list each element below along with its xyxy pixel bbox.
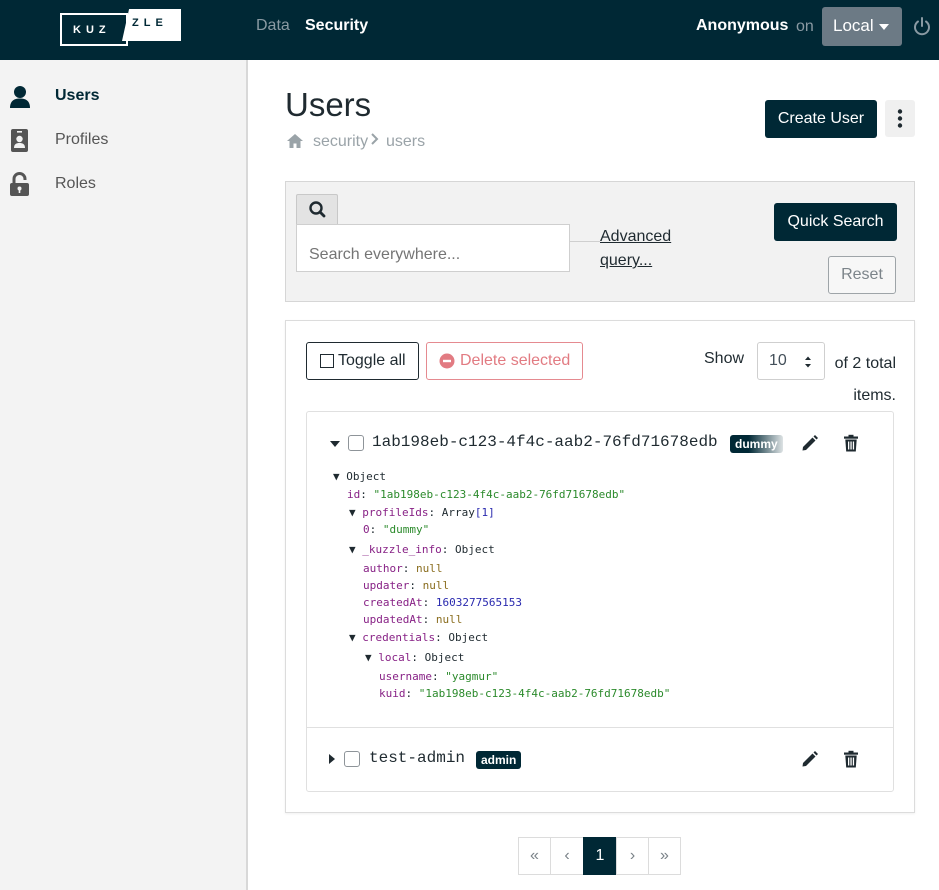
minus-circle-icon xyxy=(439,353,455,369)
tree-row-kuzzle-info[interactable]: ▼ _kuzzle_info: Object xyxy=(349,541,495,558)
sidebar-item-roles[interactable]: Roles xyxy=(0,172,246,212)
caret-down-icon xyxy=(879,24,889,30)
toggle-all-label: Toggle all xyxy=(338,352,406,369)
breadcrumb-users: users xyxy=(386,133,426,150)
search-icon xyxy=(309,201,326,218)
tree-row-kuid: kuid: "1ab198eb-c123-4f4c-aab2-76fd71678… xyxy=(379,687,671,700)
sidebar-item-profiles[interactable]: Profiles xyxy=(0,128,246,168)
caret-right-icon[interactable] xyxy=(327,754,337,764)
id-badge-icon xyxy=(11,129,28,152)
last-page-button[interactable]: » xyxy=(648,837,681,875)
nav-tab-security[interactable]: Security xyxy=(305,17,368,35)
unlock-icon xyxy=(10,172,29,196)
tree-row-author: author: null xyxy=(363,562,443,575)
tree-row-updatedat: updatedAt: null xyxy=(363,613,463,626)
environment-label: Local xyxy=(833,16,874,35)
chevron-right-icon xyxy=(371,133,379,145)
tree-row-id: id: "1ab198eb-c123-4f4c-aab2-76fd71678ed… xyxy=(347,488,626,501)
sidebar: Users Profiles Roles xyxy=(0,60,248,890)
user-icon xyxy=(10,86,30,108)
trash-icon[interactable] xyxy=(842,750,860,768)
delete-selected-label: Delete selected xyxy=(460,352,571,369)
pencil-icon[interactable] xyxy=(801,750,819,768)
power-icon[interactable] xyxy=(912,17,932,37)
page-size-value: 10 xyxy=(769,352,787,369)
quick-search-button[interactable]: Quick Search xyxy=(774,203,897,241)
top-navbar: KUZ ZLE Data Security Anonymous on Local xyxy=(0,0,939,60)
on-label: on xyxy=(796,18,814,35)
toggle-all-button[interactable]: Toggle all xyxy=(306,342,419,380)
sidebar-item-label: Profiles xyxy=(55,131,109,148)
show-label: Show xyxy=(704,350,745,367)
profile-badge: admin xyxy=(476,751,522,769)
tree-row-profileids[interactable]: ▼ profileIds: Array[1] xyxy=(349,504,495,521)
logo-text-part2: ZLE xyxy=(132,17,168,29)
nav-tab-data[interactable]: Data xyxy=(256,17,290,35)
sidebar-item-users[interactable]: Users xyxy=(0,84,246,124)
user-list: 1ab198eb-c123-4f4c-aab2-76fd71678edb dum… xyxy=(306,411,894,792)
profile-badge: dummy xyxy=(730,435,783,453)
list-item: test-admin admin xyxy=(307,728,893,792)
tree-row-updater: updater: null xyxy=(363,579,450,592)
checkbox-icon xyxy=(320,354,334,368)
page-title: Users xyxy=(285,86,372,123)
item-checkbox[interactable] xyxy=(344,751,360,767)
total-items-label: of 2 total items. xyxy=(834,355,896,404)
tree-row-local[interactable]: ▼ local: Object xyxy=(365,649,464,666)
item-id[interactable]: 1ab198eb-c123-4f4c-aab2-76fd71678edb xyxy=(372,433,718,451)
first-page-button[interactable]: « xyxy=(518,837,551,875)
search-tab[interactable] xyxy=(296,194,338,224)
home-icon[interactable] xyxy=(286,133,304,149)
search-input[interactable] xyxy=(296,224,570,272)
vertical-dots-icon xyxy=(897,109,903,128)
sidebar-item-label: Roles xyxy=(55,175,96,192)
tree-row-credentials[interactable]: ▼ credentials: Object xyxy=(349,629,488,646)
tree-row-profile0: 0: "dummy" xyxy=(363,523,430,536)
trash-icon[interactable] xyxy=(842,434,860,452)
sort-arrows-icon xyxy=(805,356,811,368)
logo-text-part1: KUZ xyxy=(73,24,111,36)
environment-dropdown[interactable]: Local xyxy=(822,7,902,46)
tree-row-createdat: createdAt: 1603277565153 xyxy=(363,596,522,609)
caret-down-icon[interactable] xyxy=(330,439,340,449)
kuzzle-logo[interactable]: KUZ ZLE xyxy=(60,9,182,47)
delete-selected-button[interactable]: Delete selected xyxy=(426,342,583,380)
search-panel: Advanced query... Quick Search Reset xyxy=(285,181,915,302)
create-user-button[interactable]: Create User xyxy=(765,100,877,138)
next-page-button[interactable]: › xyxy=(616,837,649,875)
item-id[interactable]: test-admin xyxy=(369,749,465,767)
advanced-query-link[interactable]: Advanced query... xyxy=(600,225,700,273)
divider xyxy=(570,241,600,242)
current-user: Anonymous xyxy=(696,17,789,34)
users-list-panel: Toggle all Delete selected Show 10 of 2 … xyxy=(285,320,915,813)
item-checkbox[interactable] xyxy=(348,435,364,451)
list-item: 1ab198eb-c123-4f4c-aab2-76fd71678edb dum… xyxy=(307,412,893,728)
more-options-button[interactable] xyxy=(885,100,915,137)
tree-row-username: username: "yagmur" xyxy=(379,670,499,683)
page-size-select[interactable]: 10 xyxy=(757,342,825,380)
sidebar-item-label: Users xyxy=(55,87,100,104)
tree-row-root[interactable]: ▼ Object xyxy=(333,468,386,485)
reset-button[interactable]: Reset xyxy=(828,256,896,294)
page-1-button[interactable]: 1 xyxy=(583,837,617,875)
pencil-icon[interactable] xyxy=(801,434,819,452)
prev-page-button[interactable]: ‹ xyxy=(550,837,584,875)
breadcrumb-security[interactable]: security xyxy=(313,133,368,151)
